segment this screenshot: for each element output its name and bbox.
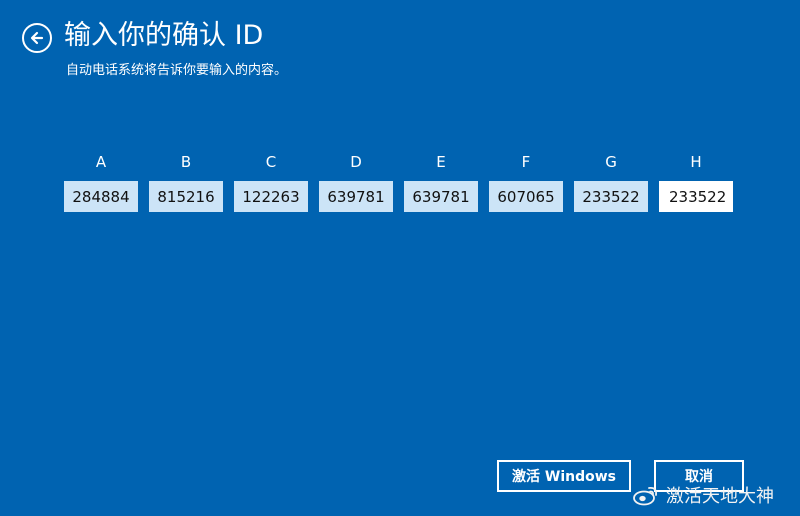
confirmation-input-b[interactable] (149, 181, 223, 212)
confirmation-input-g[interactable] (574, 181, 648, 212)
field-group-h: H (659, 152, 733, 212)
watermark-text: 激活天地大神 (666, 486, 774, 507)
field-group-a: A (64, 152, 138, 212)
field-group-c: C (234, 152, 308, 212)
field-label-e: E (436, 153, 446, 171)
confirmation-input-e[interactable] (404, 181, 478, 212)
back-button[interactable] (22, 23, 52, 53)
confirmation-id-fields: A B C D E F G H (64, 152, 733, 212)
page-subtitle: 自动电话系统将告诉你要输入的内容。 (66, 63, 288, 78)
activate-windows-button[interactable]: 激活 Windows (497, 460, 631, 492)
field-label-a: A (95, 153, 107, 171)
confirmation-input-a[interactable] (64, 181, 138, 212)
field-label-f: F (521, 153, 531, 171)
field-group-e: E (404, 152, 478, 212)
confirmation-input-f[interactable] (489, 181, 563, 212)
field-label-b: B (180, 153, 192, 171)
field-group-f: F (489, 152, 563, 212)
back-arrow-icon (29, 30, 45, 46)
field-group-b: B (149, 152, 223, 212)
field-label-g: G (605, 153, 617, 171)
watermark: 激活天地大神 (632, 482, 774, 508)
page-title: 输入你的确认 ID (64, 20, 264, 51)
field-label-c: C (265, 153, 277, 171)
confirmation-input-h[interactable] (659, 181, 733, 212)
confirmation-input-c[interactable] (234, 181, 308, 212)
field-label-d: D (350, 153, 362, 171)
field-group-g: G (574, 152, 648, 212)
field-label-h: H (690, 153, 702, 171)
weibo-icon (632, 484, 660, 506)
confirmation-input-d[interactable] (319, 181, 393, 212)
field-group-d: D (319, 152, 393, 212)
